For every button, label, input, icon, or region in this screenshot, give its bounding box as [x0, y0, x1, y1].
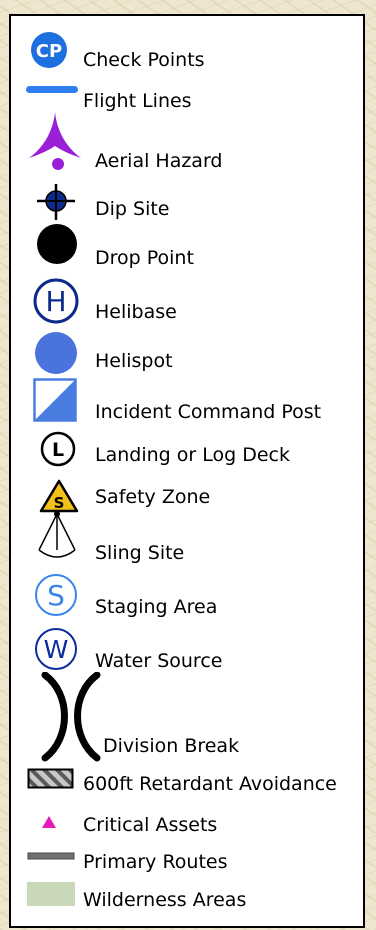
svg-text:W: W [44, 635, 69, 664]
legend-label-helibase: Helibase [95, 301, 177, 323]
legend-label-staging-area: Staging Area [95, 596, 218, 618]
critical-assets-icon [42, 816, 56, 828]
sling-site-icon [38, 511, 76, 558]
legend-label-dip-site: Dip Site [95, 198, 170, 220]
legend-label-flight-lines: Flight Lines [83, 90, 192, 112]
division-break-icon [41, 672, 101, 762]
svg-text:S: S [47, 579, 65, 612]
helispot-icon [35, 332, 77, 374]
legend-label-landing-log-deck: Landing or Log Deck [95, 444, 290, 466]
water-source-icon: W [35, 628, 77, 670]
dip-site-icon [37, 184, 75, 220]
helibase-icon: H [33, 278, 79, 324]
legend-label-water-source: Water Source [95, 650, 223, 672]
drop-point-icon [37, 224, 77, 264]
svg-text:H: H [45, 285, 66, 318]
legend-label-check-points: Check Points [83, 49, 205, 71]
staging-area-icon: S [35, 574, 77, 616]
legend-label-critical-assets: Critical Assets [83, 814, 218, 836]
svg-text:CP: CP [36, 41, 62, 62]
safety-zone-icon: S [39, 479, 79, 513]
legend-label-division-break: Division Break [103, 735, 240, 757]
primary-routes-icon [27, 852, 75, 860]
wilderness-areas-icon [27, 882, 75, 906]
map-legend: CP Check Points Flight Lines Aerial Haza… [9, 14, 365, 928]
legend-label-incident-command-post: Incident Command Post [95, 401, 322, 423]
aerial-hazard-icon [29, 112, 81, 170]
incident-command-post-icon [33, 378, 77, 422]
svg-text:L: L [52, 439, 64, 461]
flight-line-icon [26, 86, 78, 93]
legend-label-helispot: Helispot [95, 350, 173, 372]
legend-label-drop-point: Drop Point [95, 247, 194, 269]
legend-label-safety-zone: Safety Zone [95, 486, 211, 508]
legend-label-wilderness-areas: Wilderness Areas [83, 889, 247, 911]
landing-log-deck-icon: L [40, 431, 76, 467]
legend-label-retardant-avoidance: 600ft Retardant Avoidance [83, 773, 337, 795]
retardant-avoidance-icon [27, 768, 74, 789]
legend-label-aerial-hazard: Aerial Hazard [95, 150, 223, 172]
legend-label-primary-routes: Primary Routes [83, 851, 228, 873]
check-point-icon: CP [31, 32, 67, 68]
legend-label-sling-site: Sling Site [95, 542, 185, 564]
